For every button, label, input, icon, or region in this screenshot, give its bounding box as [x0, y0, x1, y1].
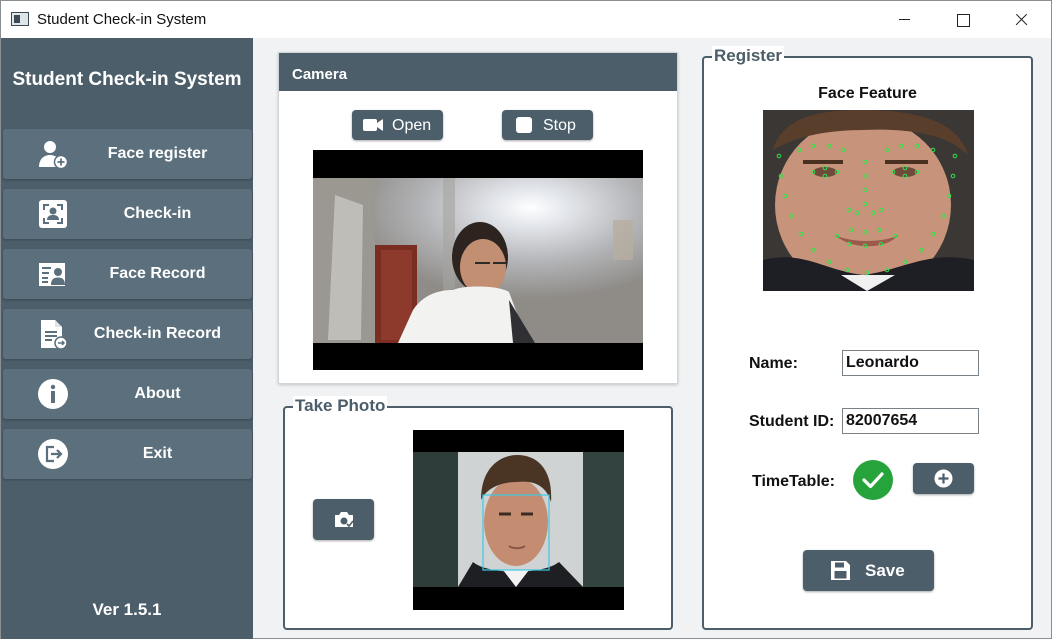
timetable-label: TimeTable:: [752, 473, 835, 490]
sidebar-title: Student Check-in System: [12, 69, 242, 90]
camera-feed: [313, 150, 643, 370]
face-landmarks-image: [763, 110, 974, 291]
sidebar-item-label: About: [134, 385, 181, 402]
sidebar: Student Check-in System Face register Ch…: [1, 38, 253, 639]
stop-icon: [516, 117, 532, 133]
sidebar-item-label: Check-in Record: [93, 325, 222, 342]
camera-capture-icon: [335, 512, 354, 528]
name-label: Name:: [749, 355, 798, 372]
sidebar-item-check-in-record[interactable]: Check-in Record: [3, 309, 252, 359]
take-photo-title: Take Photo: [293, 396, 388, 416]
floppy-disk-icon: [831, 561, 850, 580]
sidebar-item-label: Face register: [107, 145, 208, 162]
face-feature-title: Face Feature: [818, 85, 917, 102]
camera-title: Camera: [292, 66, 348, 83]
title-bar: Student Check-in System: [1, 1, 1051, 38]
camera-panel: Camera Open Stop: [278, 52, 678, 384]
video-camera-icon: [363, 119, 383, 131]
take-photo-button[interactable]: [313, 499, 374, 540]
save-button[interactable]: Save: [803, 550, 934, 591]
open-camera-button[interactable]: Open: [352, 110, 443, 140]
student-id-label: Student ID:: [749, 413, 835, 430]
sidebar-item-face-record[interactable]: Face Record: [3, 249, 252, 299]
add-timetable-button[interactable]: [913, 463, 974, 494]
stop-button-label: Stop: [543, 117, 576, 134]
sidebar-item-label: Check-in: [123, 205, 192, 222]
window-title: Student Check-in System: [37, 11, 207, 28]
captured-photo: [413, 430, 624, 610]
save-button-label: Save: [865, 561, 905, 580]
timetable-status-badge: [853, 460, 893, 500]
register-title: Register: [712, 46, 785, 66]
camera-frame-image: [313, 178, 643, 343]
sidebar-item-label: Exit: [142, 445, 173, 462]
app-icon: [11, 12, 29, 26]
sidebar-item-exit[interactable]: Exit: [3, 429, 252, 479]
face-feature-image: [763, 110, 974, 291]
plus-circle-icon: [934, 469, 953, 488]
captured-face-image: [413, 452, 624, 587]
take-photo-group: Take Photo: [283, 396, 673, 630]
register-group: Register Face Feature Name: Leonardo Stu…: [702, 46, 1033, 630]
sidebar-item-label: Face Record: [109, 265, 206, 282]
camera-header: Camera: [279, 53, 677, 91]
stop-camera-button[interactable]: Stop: [502, 110, 593, 140]
student-id-input[interactable]: [842, 408, 979, 434]
maximize-button[interactable]: [939, 1, 985, 38]
check-icon: [862, 472, 884, 489]
minimize-button[interactable]: [881, 1, 927, 38]
sidebar-item-face-register[interactable]: Face register: [3, 129, 252, 179]
sidebar-item-check-in[interactable]: Check-in: [3, 189, 252, 239]
name-input[interactable]: [842, 350, 979, 376]
open-button-label: Open: [392, 117, 432, 134]
close-button[interactable]: [997, 1, 1043, 38]
app-window: Student Check-in System Student Check-in…: [0, 0, 1052, 639]
version-label: Ver 1.5.1: [92, 600, 162, 619]
sidebar-item-about[interactable]: About: [3, 369, 252, 419]
